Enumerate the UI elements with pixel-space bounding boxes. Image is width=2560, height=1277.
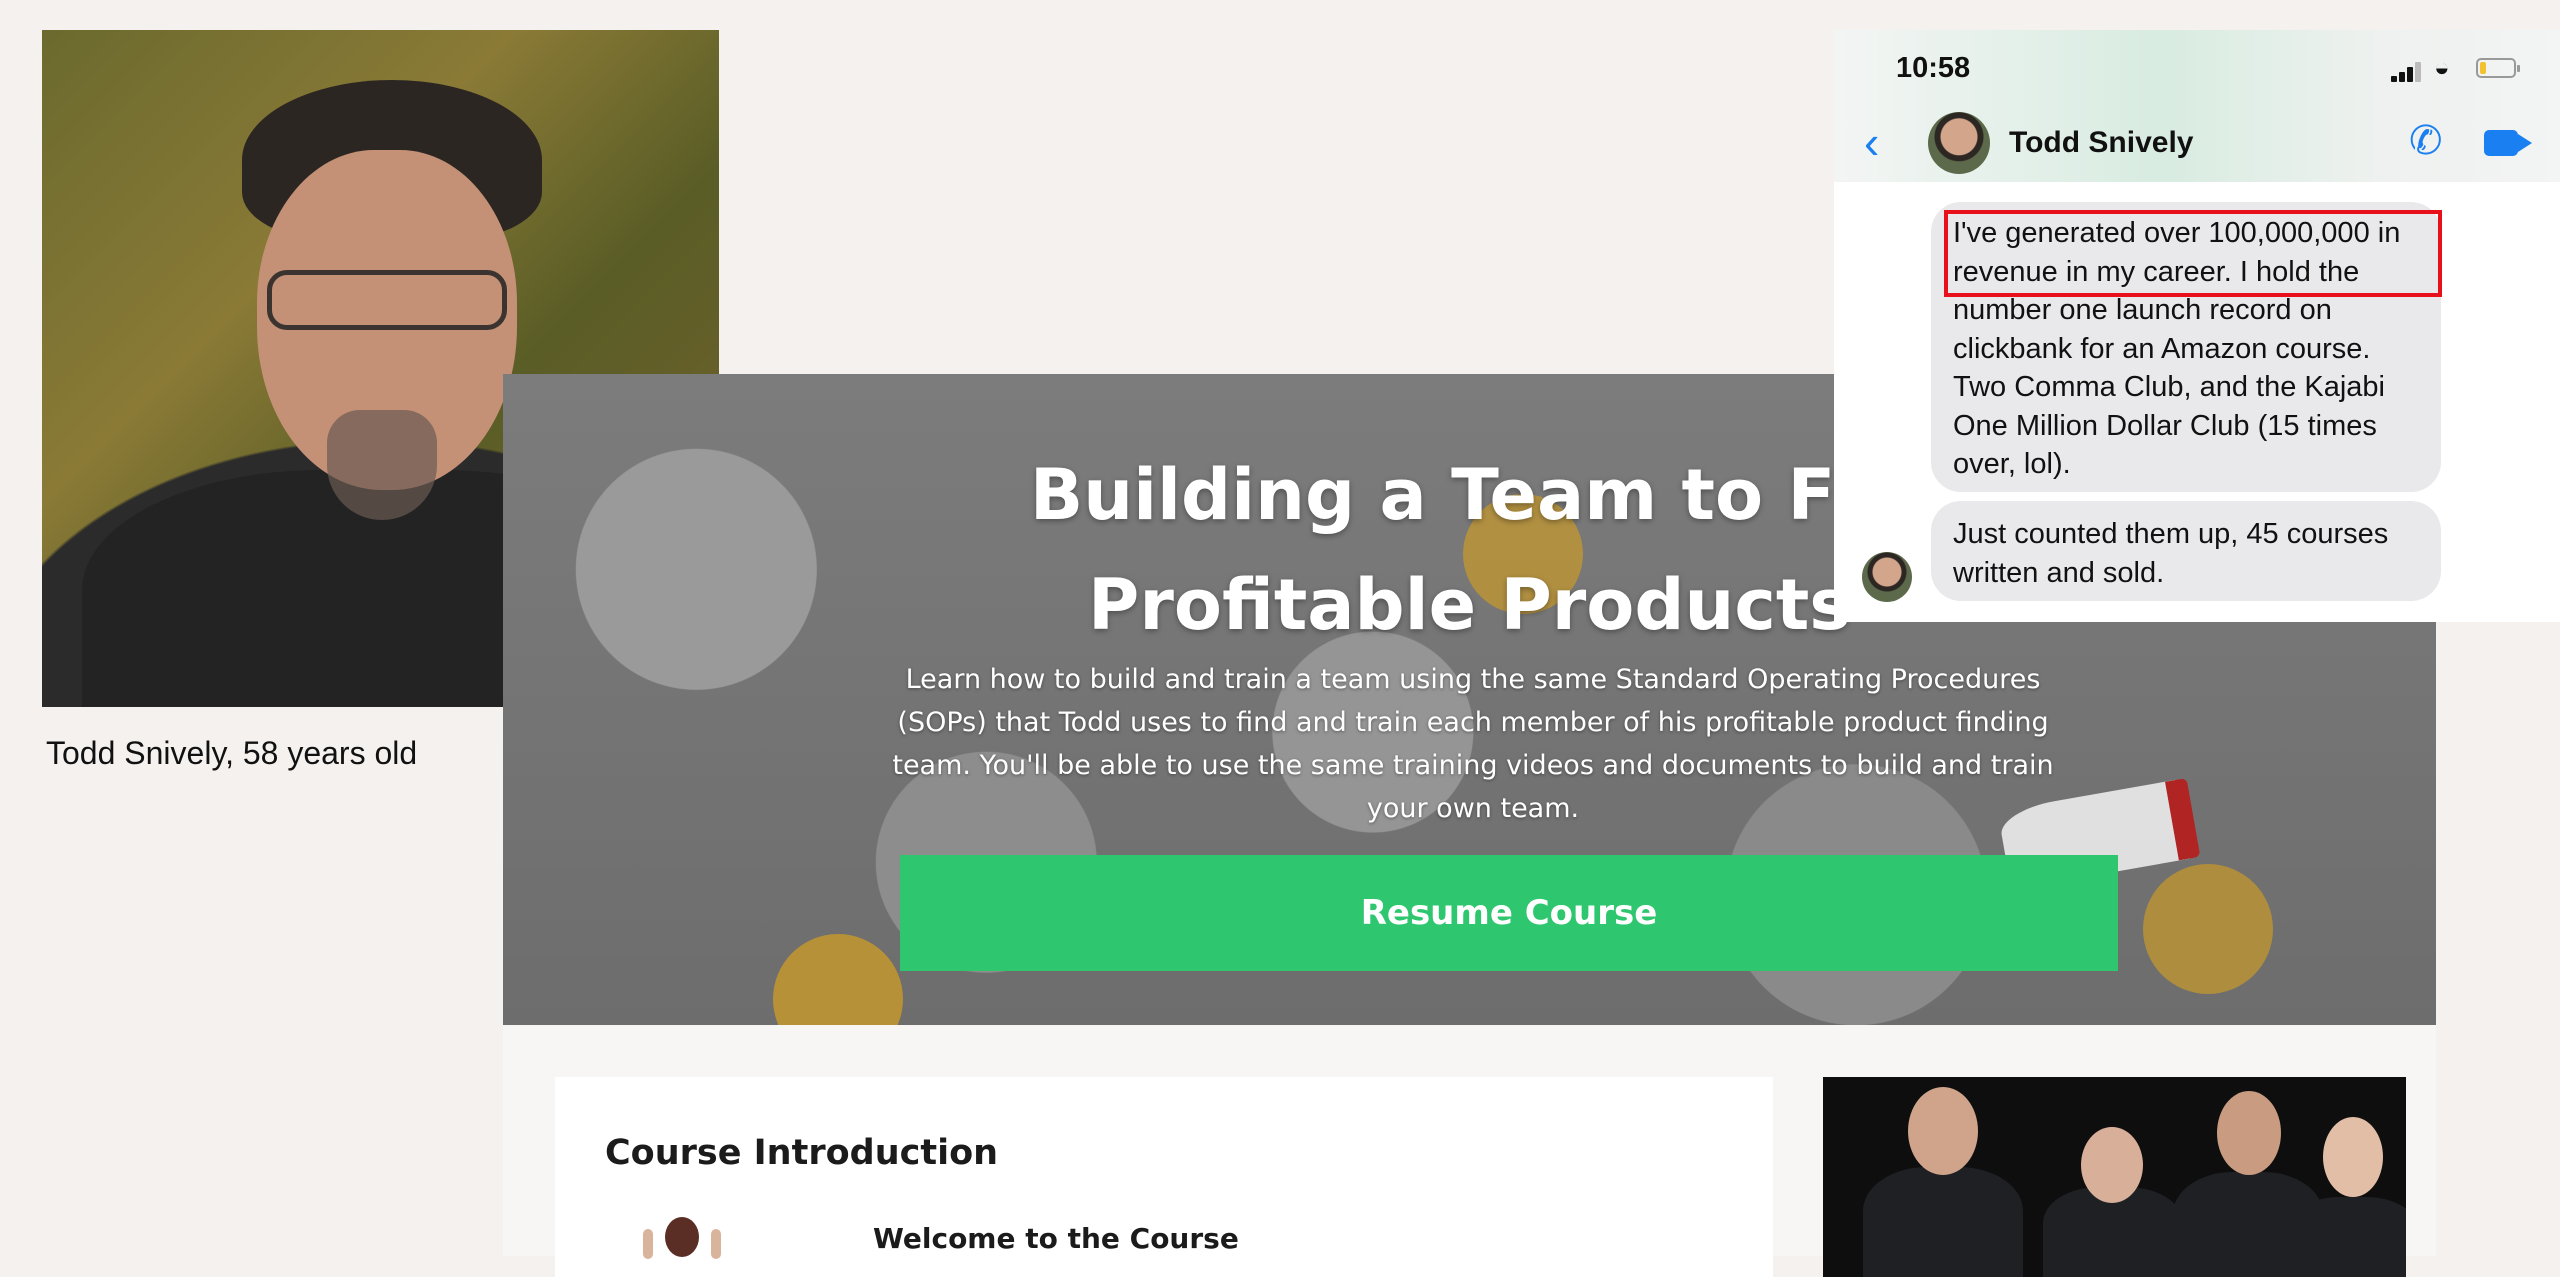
lesson-title-link[interactable]: Welcome to the Course	[873, 1222, 1239, 1255]
thumb-person	[665, 1217, 699, 1257]
thumb-arm	[643, 1229, 653, 1259]
team-person-head	[2081, 1127, 2143, 1203]
portrait-glasses	[267, 270, 507, 330]
resume-course-button[interactable]: Resume Course	[900, 855, 2118, 971]
team-photo	[1823, 1077, 2406, 1277]
course-content-area: Course Introduction Welcome to the Cours…	[503, 1025, 2436, 1277]
contact-name[interactable]: Todd Snively	[2009, 126, 2193, 160]
wifi-icon: ◒	[2434, 52, 2450, 82]
lesson-thumbnail[interactable]	[625, 1217, 735, 1277]
video-call-icon[interactable]	[2484, 130, 2532, 156]
team-person	[1863, 1077, 2023, 1277]
team-person-head	[2323, 1117, 2383, 1197]
team-person	[2043, 1077, 2183, 1277]
hero-decor-ball	[773, 934, 903, 1025]
course-intro-card: Course Introduction Welcome to the Cours…	[555, 1077, 1773, 1277]
message-bubble: Just counted them up, 45 courses written…	[1931, 501, 2441, 601]
course-intro-title: Course Introduction	[605, 1133, 999, 1173]
portrait-caption: Todd Snively, 58 years old	[46, 735, 418, 771]
team-person-head	[2217, 1091, 2281, 1175]
status-time: 10:58	[1896, 52, 1971, 84]
phone-call-icon[interactable]: ✆	[2409, 118, 2443, 164]
battery-icon	[2476, 58, 2520, 78]
thumb-arm	[711, 1229, 721, 1259]
message-bubble: I've generated over 100,000,000 in reven…	[1931, 202, 2441, 492]
portrait-beard	[327, 410, 437, 520]
team-person	[2288, 1077, 2406, 1277]
team-person-suit	[2288, 1197, 2406, 1277]
team-person-head	[1908, 1087, 1978, 1175]
signal-icon	[2391, 60, 2425, 82]
battery-level	[2480, 62, 2486, 74]
course-description: Learn how to build and train a team usin…	[892, 664, 2054, 824]
back-chevron-icon[interactable]: ‹	[1864, 119, 1879, 165]
chat-screenshot: 10:58 ◒ ‹ Todd Snively ✆ I've generated …	[1834, 30, 2560, 622]
chat-header: 10:58 ◒ ‹ Todd Snively ✆	[1834, 30, 2560, 182]
sender-avatar	[1862, 552, 1912, 602]
team-person-suit	[1863, 1167, 2023, 1277]
contact-avatar[interactable]	[1928, 112, 1990, 174]
hero-decor-ball	[2143, 864, 2273, 994]
